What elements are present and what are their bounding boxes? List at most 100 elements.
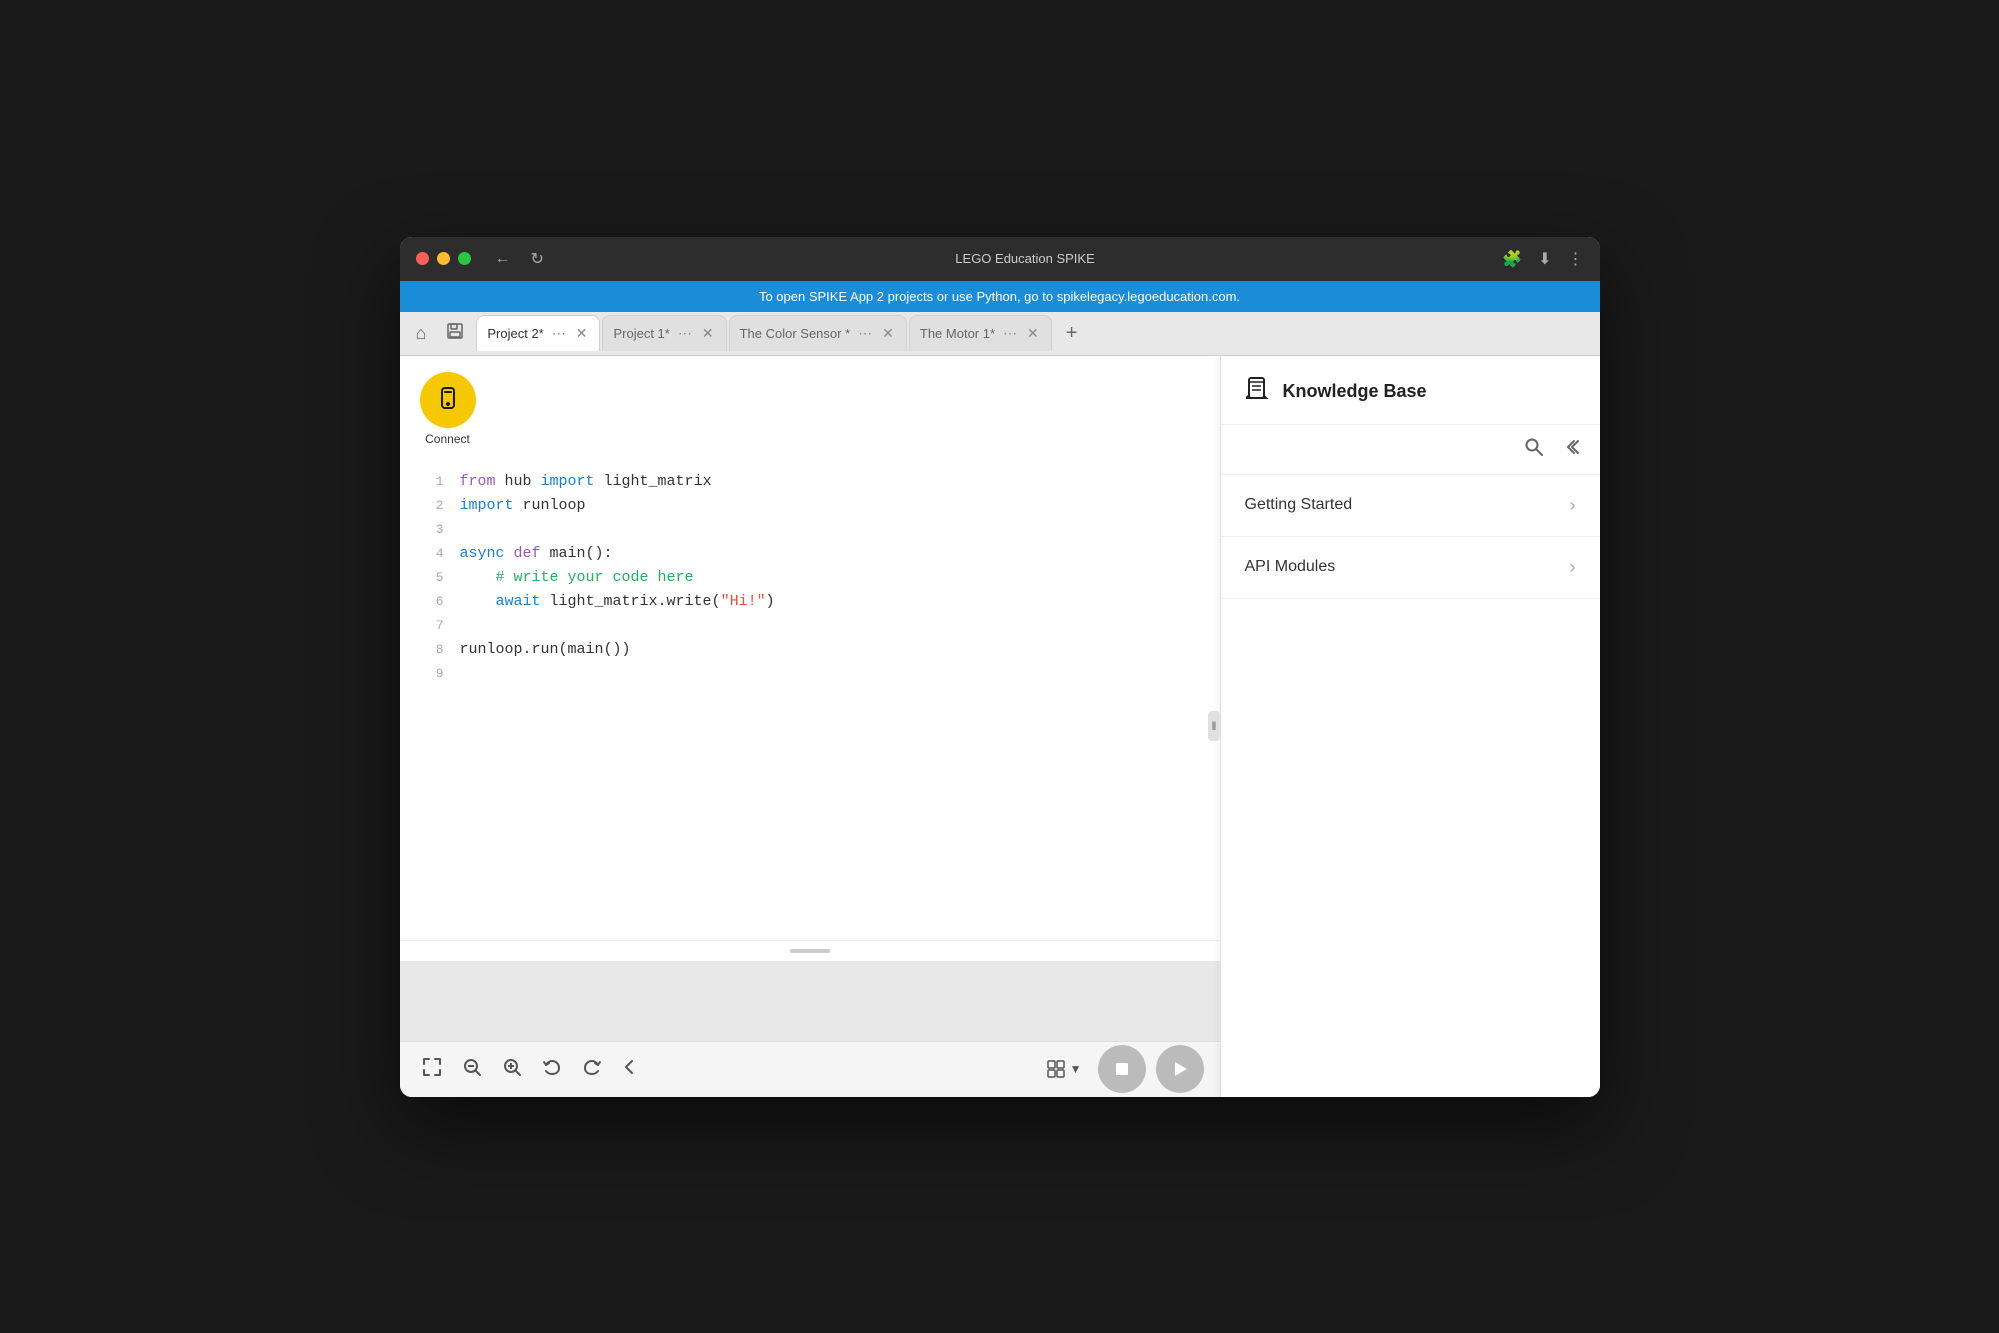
tab-color-sensor[interactable]: The Color Sensor * ⋯ ✕ bbox=[729, 315, 907, 351]
code-line-5: 5 # write your code here bbox=[416, 566, 1204, 590]
info-bar: To open SPIKE App 2 projects or use Pyth… bbox=[400, 281, 1600, 312]
tab-close-color-sensor[interactable]: ✕ bbox=[880, 325, 896, 342]
tab-menu-color-sensor[interactable]: ⋯ bbox=[856, 325, 874, 342]
titlebar-actions: 🧩 ⬇ ⋮ bbox=[1502, 249, 1583, 269]
code-line-6: 6 await light_matrix.write("Hi!") bbox=[416, 590, 1204, 614]
code-text-1: from hub import light_matrix bbox=[460, 470, 712, 494]
code-text-7 bbox=[460, 614, 469, 638]
line-num-6: 6 bbox=[416, 592, 444, 613]
tab-motor1[interactable]: The Motor 1* ⋯ ✕ bbox=[909, 315, 1052, 351]
connect-label: Connect bbox=[425, 432, 470, 446]
editor-bottom-area bbox=[400, 961, 1220, 1041]
app-window: ← ↻ LEGO Education SPIKE 🧩 ⬇ ⋮ To open S… bbox=[400, 237, 1600, 1097]
kb-item-label-getting-started: Getting Started bbox=[1245, 496, 1353, 514]
tab-label-project2: Project 2* bbox=[487, 326, 543, 341]
fullscreen-button[interactable] bbox=[416, 1051, 448, 1088]
line-num-9: 9 bbox=[416, 664, 444, 685]
tab-menu-project2[interactable]: ⋯ bbox=[550, 325, 568, 342]
zoom-out-button[interactable] bbox=[456, 1051, 488, 1088]
code-text-8: runloop.run(main()) bbox=[460, 638, 631, 662]
tabs-bar: ⌂ Project 2* ⋯ ✕ Project 1* ⋯ ✕ The Colo… bbox=[400, 312, 1600, 356]
code-editor-area: Connect 1 from hub import light_matrix 2 bbox=[400, 356, 1220, 940]
code-text-6: await light_matrix.write("Hi!") bbox=[460, 590, 775, 614]
info-message: To open SPIKE App 2 projects or use Pyth… bbox=[759, 289, 1240, 304]
code-line-4: 4 async def main(): bbox=[416, 542, 1204, 566]
code-text-9 bbox=[460, 662, 469, 686]
code-line-8: 8 runloop.run(main()) bbox=[416, 638, 1204, 662]
tab-menu-motor1[interactable]: ⋯ bbox=[1001, 325, 1019, 342]
code-line-1: 1 from hub import light_matrix bbox=[416, 470, 1204, 494]
tab-project1[interactable]: Project 1* ⋯ ✕ bbox=[602, 315, 726, 351]
back-button[interactable]: ← bbox=[491, 245, 515, 273]
kb-items-list: Getting Started › API Modules › bbox=[1221, 475, 1600, 1097]
kb-item-arrow-getting-started: › bbox=[1570, 495, 1576, 516]
traffic-lights bbox=[416, 252, 471, 265]
save-button[interactable] bbox=[438, 318, 472, 349]
play-button[interactable] bbox=[1156, 1045, 1204, 1093]
code-editor[interactable]: 1 from hub import light_matrix 2 import … bbox=[400, 462, 1220, 940]
minimize-window-button[interactable] bbox=[437, 252, 450, 265]
tab-close-project2[interactable]: ✕ bbox=[574, 325, 590, 342]
tab-project2[interactable]: Project 2* ⋯ ✕ bbox=[476, 315, 600, 351]
kb-header: Knowledge Base bbox=[1221, 356, 1600, 425]
grid-dropdown-arrow: ▼ bbox=[1070, 1062, 1082, 1076]
redo-button[interactable] bbox=[576, 1051, 608, 1088]
line-num-5: 5 bbox=[416, 568, 444, 589]
kb-item-getting-started[interactable]: Getting Started › bbox=[1221, 475, 1600, 537]
code-text-4: async def main(): bbox=[460, 542, 613, 566]
code-text-5: # write your code here bbox=[460, 566, 694, 590]
maximize-window-button[interactable] bbox=[458, 252, 471, 265]
add-tab-button[interactable]: + bbox=[1058, 318, 1086, 349]
tab-menu-project1[interactable]: ⋯ bbox=[676, 325, 694, 342]
panel-toggle-button[interactable]: ‖ bbox=[1208, 711, 1221, 741]
kb-collapse-button[interactable] bbox=[1556, 433, 1584, 466]
code-line-9: 9 bbox=[416, 662, 1204, 686]
kb-search-button[interactable] bbox=[1520, 433, 1548, 466]
line-num-7: 7 bbox=[416, 616, 444, 637]
bottom-toolbar: ▼ bbox=[400, 1041, 1220, 1097]
line-num-3: 3 bbox=[416, 520, 444, 541]
kb-title: Knowledge Base bbox=[1283, 381, 1427, 402]
line-num-2: 2 bbox=[416, 496, 444, 517]
line-num-8: 8 bbox=[416, 640, 444, 661]
toolbar-right: ▼ bbox=[1040, 1045, 1204, 1093]
knowledge-base-panel: Knowledge Base bbox=[1220, 356, 1600, 1097]
toolbar-left bbox=[416, 1051, 644, 1088]
reload-button[interactable]: ↻ bbox=[527, 245, 548, 273]
main-content: Connect 1 from hub import light_matrix 2 bbox=[400, 356, 1600, 1097]
editor-pane: Connect 1 from hub import light_matrix 2 bbox=[400, 356, 1220, 1097]
code-text-2: import runloop bbox=[460, 494, 586, 518]
tab-close-motor1[interactable]: ✕ bbox=[1025, 325, 1041, 342]
connect-button[interactable] bbox=[420, 372, 476, 428]
tab-label-color-sensor: The Color Sensor * bbox=[740, 326, 851, 341]
code-line-2: 2 import runloop bbox=[416, 494, 1204, 518]
line-num-4: 4 bbox=[416, 544, 444, 565]
tab-label-motor1: The Motor 1* bbox=[920, 326, 995, 341]
window-title: LEGO Education SPIKE bbox=[548, 251, 1502, 266]
collapse-button[interactable] bbox=[616, 1051, 644, 1088]
undo-button[interactable] bbox=[536, 1051, 568, 1088]
resize-indicator bbox=[790, 949, 830, 953]
close-window-button[interactable] bbox=[416, 252, 429, 265]
tab-close-project1[interactable]: ✕ bbox=[700, 325, 716, 342]
code-line-3: 3 bbox=[416, 518, 1204, 542]
kb-book-icon bbox=[1245, 376, 1271, 408]
editor-header: Connect bbox=[400, 356, 1220, 462]
puzzle-button[interactable]: 🧩 bbox=[1502, 249, 1522, 269]
kb-item-arrow-api-modules: › bbox=[1570, 557, 1576, 578]
zoom-in-button[interactable] bbox=[496, 1051, 528, 1088]
tab-label-project1: Project 1* bbox=[613, 326, 669, 341]
kb-panel-wrapper: ‖ Knowledge Base bbox=[1220, 356, 1600, 1097]
download-button[interactable]: ⬇ bbox=[1538, 249, 1551, 269]
browser-nav: ← ↻ bbox=[491, 245, 548, 273]
kb-item-label-api-modules: API Modules bbox=[1245, 558, 1336, 576]
kb-toolbar bbox=[1221, 425, 1600, 475]
home-button[interactable]: ⌂ bbox=[408, 319, 435, 348]
grid-view-button[interactable]: ▼ bbox=[1040, 1053, 1088, 1085]
connect-wrapper: Connect bbox=[420, 372, 476, 446]
code-line-7: 7 bbox=[416, 614, 1204, 638]
menu-button[interactable]: ⋮ bbox=[1568, 249, 1584, 269]
stop-button[interactable] bbox=[1098, 1045, 1146, 1093]
kb-item-api-modules[interactable]: API Modules › bbox=[1221, 537, 1600, 599]
resize-handle[interactable] bbox=[400, 940, 1220, 961]
